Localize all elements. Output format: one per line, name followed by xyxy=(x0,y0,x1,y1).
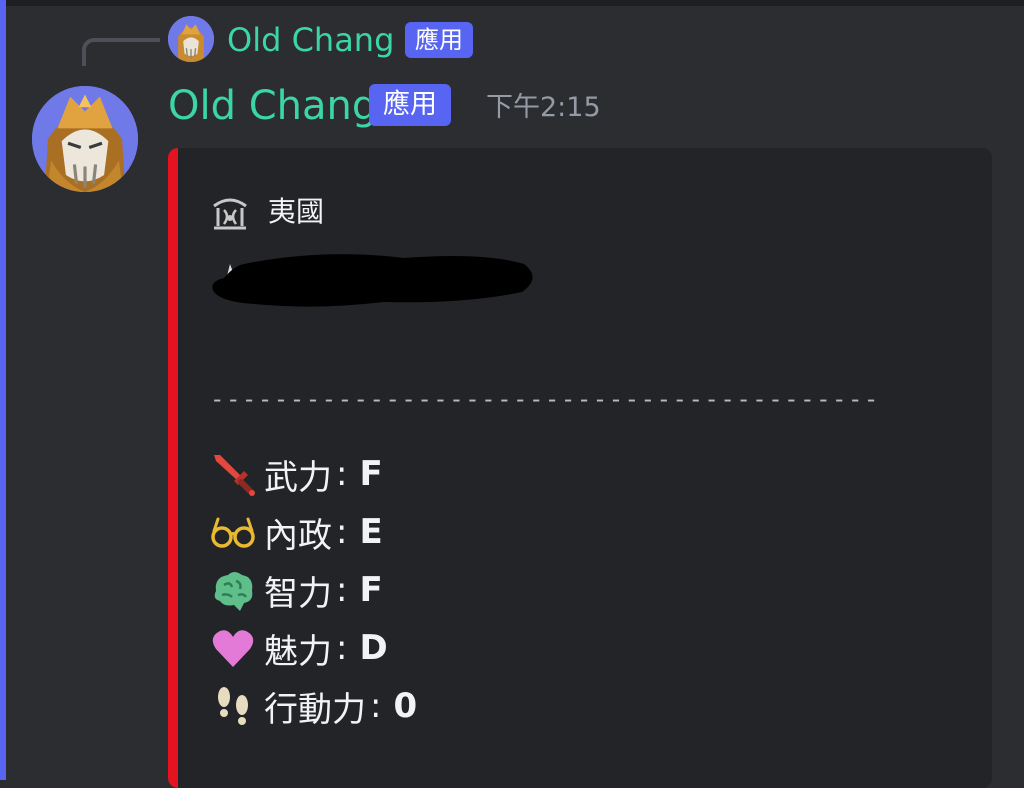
stat-separator: : xyxy=(336,454,348,494)
reply-spine xyxy=(82,38,160,66)
message-embed: 夷國 -------------------------------------… xyxy=(168,148,992,788)
stat-row-charisma: 魅力 : D xyxy=(210,622,388,674)
embed-author-name: 夷國 xyxy=(268,195,325,228)
stat-row-politics: 內政 : E xyxy=(210,506,383,558)
stat-row-intelligence: 智力 : F xyxy=(210,564,383,616)
top-bar xyxy=(0,0,1024,6)
redacted-area xyxy=(212,254,533,307)
stat-label: 內政 xyxy=(264,515,332,556)
glasses-icon xyxy=(211,517,255,548)
temple-icon xyxy=(213,198,247,230)
embed-accent-bar xyxy=(168,148,178,788)
stat-label: 智力 xyxy=(264,573,332,614)
stat-value: E xyxy=(359,512,383,552)
stat-label: 魅力 xyxy=(264,631,332,672)
stat-value: 0 xyxy=(393,686,418,726)
author-name[interactable]: Old Chang xyxy=(168,80,377,132)
reply-avatar[interactable] xyxy=(168,16,214,62)
message-timestamp[interactable]: 下午2:15 xyxy=(486,88,601,128)
message-highlight-bar xyxy=(0,0,6,780)
stat-value: D xyxy=(359,628,388,668)
stat-separator: : xyxy=(370,686,382,726)
stat-row-action: 行動力 : 0 xyxy=(210,680,417,732)
stat-value: F xyxy=(359,454,383,494)
footprints-icon xyxy=(218,687,248,725)
stat-row-strength: 武力 : F xyxy=(210,448,383,500)
stat-label: 武力 xyxy=(264,457,332,498)
reply-author-name[interactable]: Old Chang xyxy=(227,18,394,62)
stat-separator: : xyxy=(336,628,348,668)
heart-icon xyxy=(212,630,254,667)
author-avatar[interactable] xyxy=(32,86,138,192)
stat-separator: : xyxy=(336,570,348,610)
stat-separator: : xyxy=(336,512,348,552)
reply-app-tag: 應用 xyxy=(405,22,473,58)
stat-value: F xyxy=(359,570,383,610)
sword-icon xyxy=(214,455,255,496)
stat-label: 行動力 xyxy=(264,689,366,730)
brain-icon xyxy=(214,572,253,611)
app-tag: 應用 xyxy=(369,84,451,126)
embed-divider: ----------------------------------------… xyxy=(210,385,880,413)
